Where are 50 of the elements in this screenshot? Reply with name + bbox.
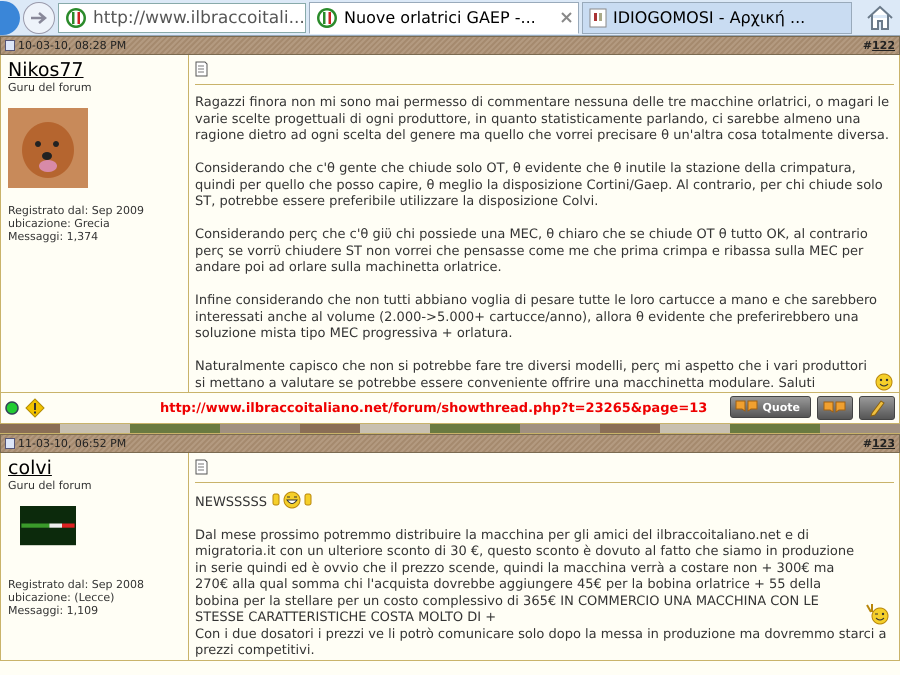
post-text: NEWSSSSS <box>195 494 268 511</box>
address-bar[interactable]: http://www.ilbraccoitali... <box>58 2 306 32</box>
status-dot-icon <box>5 401 19 415</box>
user-title: Guru del forum <box>8 81 93 94</box>
username-link[interactable]: Nikos77 <box>8 59 84 81</box>
quote-icon <box>734 399 759 415</box>
post-number-link[interactable]: 122 <box>872 39 895 52</box>
post-count: Messaggi: 1,109 <box>8 604 100 617</box>
site-logo-icon <box>65 6 87 28</box>
post-date: 11-03-10, 06:52 PM <box>18 437 126 450</box>
quote-button[interactable]: Quote <box>730 396 811 418</box>
post-number-sign: # <box>862 437 872 450</box>
edit-button[interactable] <box>859 396 895 420</box>
registration-date: Registrato dal: Sep 2008 <box>8 578 146 591</box>
post-text: Considerando perς che c'θ giϋ chi possiede una MEC, θ chiaro che se chiude OT θ tutto OK, al contrario perς se vorrϋ chiudere ST non vorrei che pensasse come me che prima crimpa e ribassa sulla MEC per andare poi ad orlare sulla machinetta orlatrice. <box>195 227 869 276</box>
post-text: Con i due dosatori i prezzi ve li potrò comunicare solo dopo la messa in produzione ma dovremmo starci a prezzi competitivi. <box>195 626 888 660</box>
post-text: Infine considerando che non tutti abbiano voglia di pesare tutte le loro cartucce a mano e che sarebbero interessati anche al volume (2.000->5.000+ cartucce/anno), allora θ evidente che preferirebbero una soluzione mista tipo MEC progressiva + orlatura. <box>195 293 878 342</box>
user-location: ubicazione: (Lecce) <box>8 591 116 604</box>
browser-tab[interactable]: IDIOGOMOSI - Αρχική ... <box>582 2 852 34</box>
home-icon[interactable] <box>866 4 894 30</box>
back-button[interactable] <box>0 0 20 34</box>
warning-icon[interactable] <box>25 398 45 418</box>
post-icon <box>195 459 208 475</box>
post-text: Ragazzi finora non mi sono mai permesso di commentare nessuna delle tre macchine orlatrici, o magari le varie scelte progettuali di ogni produttore, in quanto statisticamente parlando, ci sarebbe almeno una ragione dietro ad ogni scelta del genere ma quello che vorrei precisare θ un'altra cosa totalmente diversa. <box>195 95 890 144</box>
user-location: ubicazione: Grecia <box>8 217 111 230</box>
forward-button[interactable] <box>23 2 55 34</box>
post-date: 10-03-10, 08:28 PM <box>18 39 126 52</box>
post-text: Naturalmente capisco che non si potrebbe fare tre diversi modelli, perς mi aspetto che i vari produttori si mettano a valutare se potrebbe essere conveniente offrire una macchinetta modulare. Saluti <box>195 359 868 392</box>
signature-link[interactable]: http://www.ilbraccoitaliano.net/forum/showthread.php?t=23265&page=13 <box>160 400 708 416</box>
post-icon <box>5 438 15 449</box>
post-count: Messaggi: 1,374 <box>8 230 100 243</box>
post-icon <box>5 40 15 51</box>
quote-icon <box>823 400 847 416</box>
thumbs-up-smiley-icon <box>271 489 314 511</box>
site-logo-icon <box>316 6 338 28</box>
close-icon[interactable] <box>561 12 572 23</box>
username-link[interactable]: colvi <box>8 457 52 479</box>
page-icon <box>589 8 607 28</box>
post-text: Considerando che c'θ gente che chiude solo OT, θ evidente che θ inutile la stazione della crimpatura, quindi per quello che posso capire, θ meglio la disposizione Cortini/Gaep. Al contrario, per chi chiude solo ST, potrebbe essere preferibile utilizzare la disposizione Colvi. <box>195 161 884 210</box>
arrow-icon <box>30 10 48 24</box>
post-icon <box>195 61 208 77</box>
smiley-icon <box>874 372 894 392</box>
post-number-link[interactable]: 123 <box>872 437 895 450</box>
pencil-icon <box>868 399 886 417</box>
post-number-sign: # <box>862 39 872 52</box>
browser-tab[interactable]: Nuove orlatrici GAEP -... <box>309 2 579 34</box>
registration-date: Registrato dal: Sep 2009 <box>8 204 146 217</box>
multi-quote-button[interactable] <box>817 396 853 420</box>
user-title: Guru del forum <box>8 479 93 492</box>
post-text: Dal mese prossimo potremmo distribuire la macchina per gli amici del ilbraccoitaliano.net e di migratoria.it con un ulteriore sconto di 30 €, questo sconto è dovuto al fatto che siamo in produzione in serie quindi ed è ovvio che il prezzo scende, quindi la macchina verrà a costare non + 300€ ma 270€ alla qual somma chi l'acquista dovrebbe aggiungere 45€ per la bobina orlatrice + 55 della bobina per la stellare per un costo complessivo di 365€ IN COMMERCIO UNA MACCHINA CON LE STESSE CARATTERISTICHE COSTA MOLTO DI + <box>195 528 856 626</box>
